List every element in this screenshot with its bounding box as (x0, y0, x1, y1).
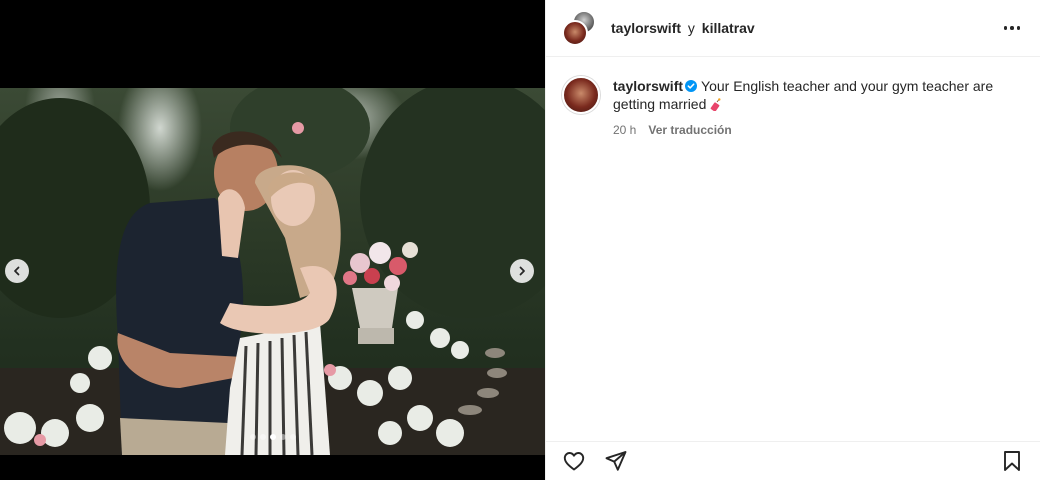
caption-text-block: taylorswift Your English teacher and your… (613, 77, 1003, 113)
author-joiner: y (687, 20, 695, 36)
carousel-dot (249, 434, 256, 440)
action-bar (546, 441, 1040, 480)
translate-link[interactable]: Ver traducción (648, 123, 731, 137)
like-button[interactable] (562, 449, 586, 473)
carousel-dot (279, 434, 286, 440)
caption-avatar[interactable] (562, 76, 600, 114)
post-timestamp[interactable]: 20 h (613, 123, 636, 137)
author-link-secondary[interactable]: killatrav (702, 20, 755, 36)
post-authors: taylorswift y killatrav (611, 20, 755, 36)
verified-badge-icon (685, 80, 698, 92)
heart-icon (563, 452, 585, 471)
author-link-primary[interactable]: taylorswift (611, 20, 681, 36)
dynamite-emoji-icon (711, 98, 721, 111)
more-horizontal-icon (1003, 26, 1007, 30)
carousel-indicator (0, 434, 545, 440)
paper-plane-icon (605, 451, 627, 471)
post-media (0, 0, 545, 480)
caption: taylorswift Your English teacher and your… (546, 57, 1040, 137)
collab-avatars[interactable] (562, 10, 598, 46)
post-side-panel: taylorswift y killatrav taylorswift Your … (545, 0, 1040, 480)
save-button[interactable] (1000, 449, 1024, 473)
chevron-left-icon (14, 266, 20, 276)
post-photo (0, 88, 545, 455)
avatar-taylorswift (562, 20, 588, 46)
caption-username[interactable]: taylorswift (613, 78, 683, 94)
carousel-dot (259, 434, 266, 440)
more-options-button[interactable] (1000, 22, 1025, 34)
chevron-right-icon (519, 266, 525, 276)
carousel-next-button[interactable] (510, 259, 534, 283)
photo-illustration (0, 88, 545, 455)
carousel-dot (289, 434, 296, 440)
share-button[interactable] (604, 449, 628, 473)
caption-meta: 20 h Ver traducción (613, 123, 1003, 137)
carousel-prev-button[interactable] (5, 259, 29, 283)
carousel-dot (269, 434, 276, 440)
post-header: taylorswift y killatrav (546, 0, 1040, 57)
bookmark-icon (1004, 451, 1020, 471)
